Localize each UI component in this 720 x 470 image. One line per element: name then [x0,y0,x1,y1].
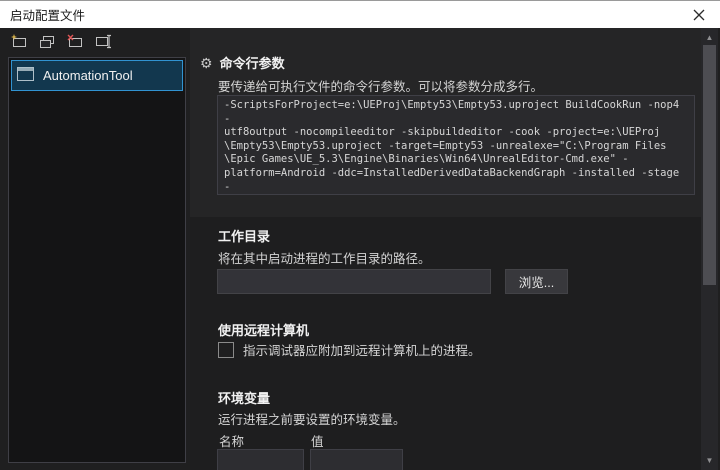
delete-profile-button[interactable] [66,34,84,51]
environment-column-value: 值 [311,431,324,450]
environment-name-input[interactable] [217,449,304,470]
content-scrollbar[interactable]: ▲ ▼ [701,28,718,470]
remote-machine-checkbox[interactable] [218,342,234,358]
environment-value-input[interactable] [310,449,403,470]
dialog-body: AutomationTool ⚙ 命令行参数 要传递给可执行文件的命令行参数。可… [0,28,720,470]
close-button[interactable] [688,4,710,26]
scroll-up-icon[interactable]: ▲ [701,30,718,44]
dialog-titlebar: 启动配置文件 [0,0,720,28]
new-profile-button[interactable] [10,34,28,51]
working-directory-input[interactable] [217,269,491,294]
browse-button[interactable]: 浏览... [505,269,568,294]
delete-profile-icon [66,33,84,53]
environment-description: 运行进程之前要设置的环境变量。 [218,409,406,428]
duplicate-profile-button[interactable] [38,34,56,51]
working-directory-title: 工作目录 [218,226,270,245]
new-profile-icon [10,33,28,53]
rename-profile-icon [94,33,112,53]
rename-profile-button[interactable] [94,34,112,51]
environment-column-name: 名称 [219,431,244,450]
command-line-textarea[interactable]: -ScriptsForProject=e:\UEProj\Empty53\Emp… [217,95,695,195]
environment-title: 环境变量 [218,388,270,407]
duplicate-profile-icon [38,33,56,53]
command-line-description: 要传递给可执行文件的命令行参数。可以将参数分成多行。 [218,76,543,95]
scroll-down-icon[interactable]: ▼ [701,453,718,467]
profile-item-label: AutomationTool [43,68,133,83]
command-line-title: 命令行参数 [220,53,285,72]
profiles-sidebar: AutomationTool [0,28,190,470]
remote-machine-checkbox-label: 指示调试器应附加到远程计算机上的进程。 [243,340,481,359]
settings-content: ⚙ 命令行参数 要传递给可执行文件的命令行参数。可以将参数分成多行。 -Scri… [190,28,701,470]
remote-machine-row: 指示调试器应附加到远程计算机上的进程。 [218,340,481,359]
profile-item-automationtool[interactable]: AutomationTool [11,60,183,91]
working-directory-description: 将在其中启动进程的工作目录的路径。 [218,248,431,267]
remote-machine-title: 使用远程计算机 [218,320,309,339]
close-icon [693,9,705,21]
section-command-line: ⚙ 命令行参数 要传递给可执行文件的命令行参数。可以将参数分成多行。 -Scri… [190,28,701,217]
dialog-title: 启动配置文件 [10,5,85,24]
gear-icon: ⚙ [200,56,213,70]
profile-window-icon [17,67,34,84]
command-line-header: ⚙ 命令行参数 [200,53,285,72]
scrollbar-thumb[interactable] [703,45,716,285]
profiles-toolbar [10,34,112,51]
browse-button-label: 浏览... [519,272,554,291]
profile-list: AutomationTool [8,57,186,463]
